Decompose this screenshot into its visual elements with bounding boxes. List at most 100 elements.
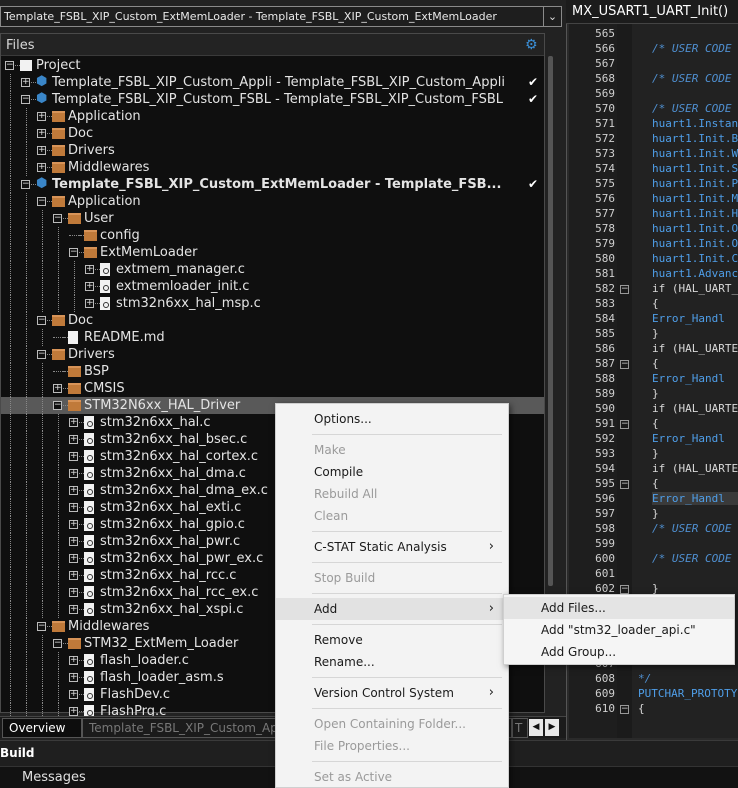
code-line[interactable]: {	[652, 477, 738, 490]
expand-icon[interactable]: +	[85, 265, 94, 274]
expand-icon[interactable]: +	[69, 554, 78, 563]
tab-next-icon[interactable]: ▶	[545, 719, 559, 736]
collapse-icon[interactable]: −	[21, 180, 30, 189]
expand-icon[interactable]: +	[37, 129, 46, 138]
collapse-icon[interactable]: −	[37, 316, 46, 325]
code-line[interactable]: huart1.Init.S	[652, 162, 738, 175]
tree-row[interactable]: − Project	[1, 57, 544, 74]
fold-collapse-icon[interactable]: −	[620, 480, 629, 489]
expand-icon[interactable]: +	[69, 418, 78, 427]
menu-item-version-control-system[interactable]: Version Control System ›	[276, 682, 508, 704]
menu-item-rename[interactable]: Rename...	[276, 651, 508, 673]
collapse-icon[interactable]: −	[37, 350, 46, 359]
expand-icon[interactable]: +	[69, 469, 78, 478]
tree-row[interactable]: + extmem_manager.c	[1, 261, 544, 278]
tree-row[interactable]: + Doc	[1, 125, 544, 142]
submenu-item-0[interactable]: Add Files...	[504, 597, 734, 619]
expand-icon[interactable]: +	[69, 673, 78, 682]
collapse-icon[interactable]: −	[53, 214, 62, 223]
tab-prev-icon[interactable]: ◀	[529, 719, 543, 736]
code-line[interactable]: huart1.Advanc	[652, 267, 738, 280]
tree-scrollbar[interactable]	[548, 56, 553, 586]
code-line[interactable]: }	[652, 327, 738, 340]
tree-row[interactable]: + ⬢ Template_FSBL_XIP_Custom_Appli - Templ…	[1, 74, 544, 91]
code-line[interactable]: Error_Handl	[652, 312, 738, 325]
code-line[interactable]: }	[652, 387, 738, 400]
code-line[interactable]: /* USER CODE	[652, 522, 738, 535]
tree-row[interactable]: − Drivers	[1, 346, 544, 363]
tree-row[interactable]: + stm32n6xx_hal_msp.c	[1, 295, 544, 312]
submenu-item-1[interactable]: Add "stm32_loader_api.c"	[504, 619, 734, 641]
code-line[interactable]: huart1.Init.P	[652, 177, 738, 190]
tree-row[interactable]: − Application	[1, 193, 544, 210]
code-line[interactable]: if (HAL_UART_	[652, 282, 738, 295]
chevron-down-icon[interactable]: ⌄	[543, 7, 561, 26]
expand-icon[interactable]: +	[85, 299, 94, 308]
fold-collapse-icon[interactable]: −	[620, 705, 629, 714]
code-line[interactable]: Error_Handl	[652, 372, 738, 385]
tree-row[interactable]: + Application	[1, 108, 544, 125]
expand-icon[interactable]: +	[69, 537, 78, 546]
tree-row[interactable]: − ⬢ Template_FSBL_XIP_Custom_FSBL - Templa…	[1, 91, 544, 108]
fold-collapse-icon[interactable]: −	[620, 420, 629, 429]
code-line[interactable]: huart1.Init.H	[652, 207, 738, 220]
code-line[interactable]: huart1.Init.B	[652, 132, 738, 145]
tree-row[interactable]: − ⬢ Template_FSBL_XIP_Custom_ExtMemLoader …	[1, 176, 544, 193]
check-icon[interactable]: ✔	[528, 74, 538, 91]
code-line[interactable]: huart1.Init.O	[652, 222, 738, 235]
code-line[interactable]: /* USER CODE	[652, 42, 738, 55]
code-line[interactable]: {	[652, 417, 738, 430]
collapse-icon[interactable]: −	[5, 61, 14, 70]
code-line[interactable]: {	[652, 357, 738, 370]
code-line[interactable]: huart1.Init.O	[652, 237, 738, 250]
expand-icon[interactable]: +	[37, 112, 46, 121]
expand-icon[interactable]: +	[85, 282, 94, 291]
code-line[interactable]: if (HAL_UARTE	[652, 462, 738, 475]
workspace-config-select[interactable]: Template_FSBL_XIP_Custom_ExtMemLoader - …	[0, 6, 562, 27]
expand-icon[interactable]: +	[37, 146, 46, 155]
menu-item-add[interactable]: Add ›	[276, 598, 508, 620]
tab-truncated[interactable]: T	[512, 718, 528, 738]
collapse-icon[interactable]: −	[37, 197, 46, 206]
expand-icon[interactable]: +	[53, 384, 62, 393]
code-line[interactable]: {	[652, 297, 738, 310]
code-line[interactable]: {	[638, 702, 738, 715]
collapse-icon[interactable]: −	[53, 639, 62, 648]
menu-item-options[interactable]: Options...	[276, 408, 508, 430]
tree-row[interactable]: README.md	[1, 329, 544, 346]
fold-collapse-icon[interactable]: −	[620, 360, 629, 369]
code-line[interactable]: Error_Handl	[652, 492, 738, 505]
tree-row[interactable]: BSP	[1, 363, 544, 380]
code-line[interactable]: if (HAL_UARTE	[652, 402, 738, 415]
collapse-icon[interactable]: −	[21, 95, 30, 104]
gear-icon[interactable]: ⚙	[525, 37, 538, 53]
code-line[interactable]: Error_Handl	[652, 432, 738, 445]
code-line[interactable]: if (HAL_UARTE	[652, 342, 738, 355]
check-icon[interactable]: ✔	[528, 91, 538, 108]
collapse-icon[interactable]: −	[53, 401, 62, 410]
check-icon[interactable]: ✔	[528, 176, 538, 193]
expand-icon[interactable]: +	[69, 571, 78, 580]
tree-row[interactable]: − ExtMemLoader	[1, 244, 544, 261]
tree-row[interactable]: − Doc	[1, 312, 544, 329]
menu-item-compile[interactable]: Compile	[276, 461, 508, 483]
code-line[interactable]: */	[638, 672, 738, 685]
expand-icon[interactable]: +	[69, 520, 78, 529]
submenu-item-2[interactable]: Add Group...	[504, 641, 734, 663]
code-line[interactable]: }	[652, 447, 738, 460]
collapse-icon[interactable]: −	[37, 622, 46, 631]
expand-icon[interactable]: +	[21, 78, 30, 87]
code-line[interactable]: huart1.Init.M	[652, 192, 738, 205]
expand-icon[interactable]: +	[69, 588, 78, 597]
code-line[interactable]: }	[652, 507, 738, 520]
expand-icon[interactable]: +	[69, 605, 78, 614]
expand-icon[interactable]: +	[69, 503, 78, 512]
collapse-icon[interactable]: −	[69, 248, 78, 257]
expand-icon[interactable]: +	[69, 435, 78, 444]
code-line[interactable]: /* USER CODE	[652, 102, 738, 115]
menu-item-c-stat-static-analysis[interactable]: C-STAT Static Analysis ›	[276, 536, 508, 558]
tree-row[interactable]: − User	[1, 210, 544, 227]
code-line[interactable]: /* USER CODE	[652, 72, 738, 85]
tree-row[interactable]: + extmemloader_init.c	[1, 278, 544, 295]
expand-icon[interactable]: +	[69, 690, 78, 699]
